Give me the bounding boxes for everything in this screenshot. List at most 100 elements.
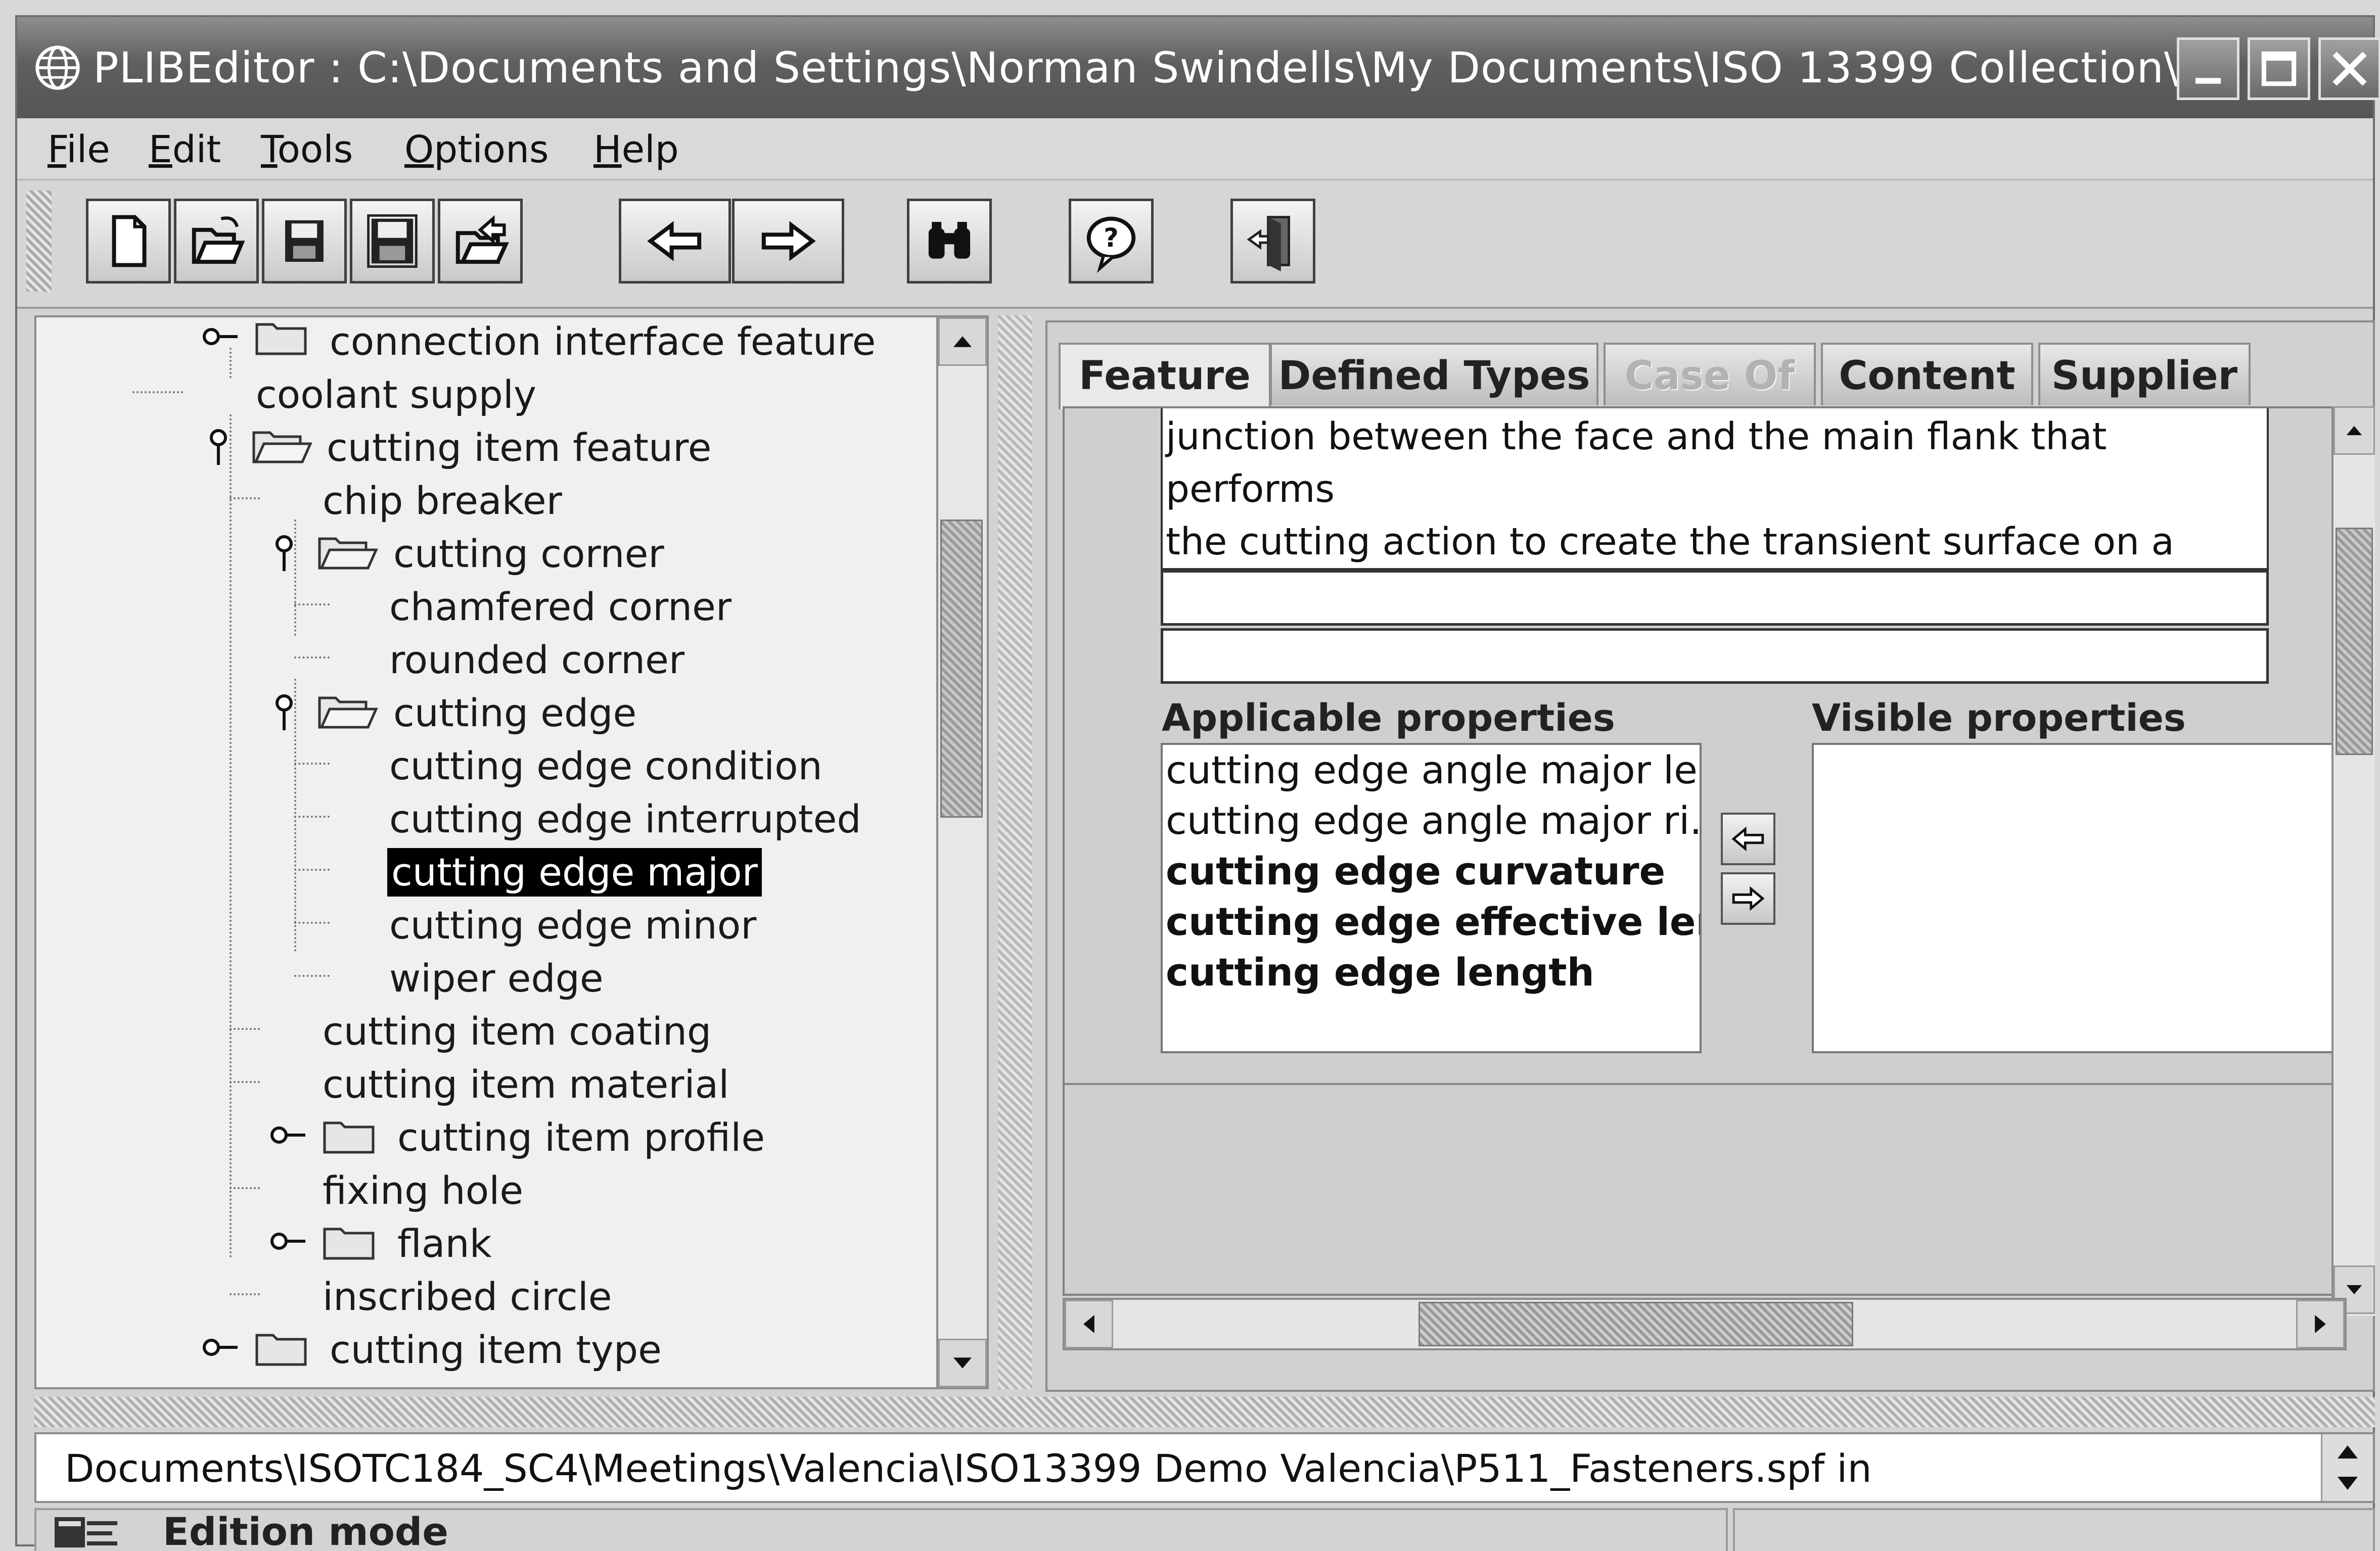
feature-tab-content: junction between the face and the main f…	[1063, 406, 2347, 1296]
property-item[interactable]: cutting edge angle major le...	[1166, 745, 1700, 795]
tree-vertical-scrollbar[interactable]	[936, 315, 989, 1389]
definition-textarea[interactable]: junction between the face and the main f…	[1161, 408, 2269, 616]
save-button[interactable]	[262, 199, 347, 284]
property-item[interactable]: cutting edge length	[1166, 947, 1594, 998]
maximize-button[interactable]	[2248, 37, 2310, 100]
menu-tools[interactable]: Tools	[261, 128, 353, 171]
menu-file[interactable]: File	[48, 128, 110, 171]
tree-item-wiper-edge[interactable]: wiper edge	[389, 954, 604, 1003]
forward-button[interactable]	[732, 199, 844, 284]
collapsed-key-icon[interactable]	[268, 1120, 308, 1150]
tree-item-cutting-item-profile[interactable]: cutting item profile	[397, 1113, 765, 1162]
expanded-key-icon[interactable]	[203, 427, 234, 467]
note-field[interactable]	[1161, 570, 2269, 626]
tree-item-cutting-edge[interactable]: cutting edge	[393, 689, 636, 737]
title-bar[interactable]: PLIBEditor : C:\Documents and Settings\N…	[17, 17, 2380, 118]
menu-help[interactable]: Help	[593, 128, 679, 171]
property-item[interactable]: cutting edge effective length	[1166, 897, 1700, 947]
file-path-text: Documents\ISOTC184_SC4\Meetings\Valencia…	[65, 1446, 1872, 1491]
export-icon	[455, 215, 509, 264]
scroll-up-button[interactable]	[2333, 406, 2375, 455]
tree-connector	[294, 922, 330, 924]
up-arrow-icon	[2338, 1445, 2358, 1459]
find-button[interactable]	[907, 199, 992, 284]
globe-icon	[35, 45, 80, 90]
tree-connector	[230, 414, 232, 1258]
down-arrow-icon	[953, 1357, 972, 1369]
content-divider	[1065, 1083, 2345, 1085]
collapsed-key-icon[interactable]	[200, 321, 241, 352]
folder-icon	[255, 323, 307, 355]
scroll-up-button[interactable]	[938, 317, 987, 366]
class-tree[interactable]: connection interface feature coolant sup…	[34, 315, 944, 1389]
menu-edit[interactable]: Edit	[149, 128, 221, 171]
tree-item-chip-breaker[interactable]: chip breaker	[323, 477, 562, 525]
export-button[interactable]	[438, 199, 523, 284]
move-left-button[interactable]	[1721, 813, 1775, 865]
tree-item-rounded-corner[interactable]: rounded corner	[389, 636, 684, 684]
toolbar-grip[interactable]	[26, 191, 52, 292]
help-button[interactable]: ?	[1069, 199, 1154, 284]
open-folder-icon	[318, 537, 378, 570]
tab-feature[interactable]: Feature	[1059, 343, 1271, 409]
app-background: PLIBEditor : C:\Documents and Settings\N…	[0, 0, 2380, 1551]
tree-item-coolant-supply[interactable]: coolant supply	[256, 370, 536, 419]
details-vertical-scrollbar[interactable]	[2331, 406, 2375, 1316]
scroll-right-button[interactable]	[2296, 1300, 2345, 1348]
close-button[interactable]	[2318, 37, 2380, 100]
tree-item-cutting-edge-condition[interactable]: cutting edge condition	[389, 742, 822, 790]
vertical-splitter[interactable]	[998, 315, 1032, 1389]
expanded-key-icon[interactable]	[269, 692, 299, 732]
tab-defined-types[interactable]: Defined Types	[1270, 343, 1598, 405]
folder-icon	[323, 1121, 375, 1154]
open-folder-icon	[318, 696, 378, 729]
tree-item-cutting-item-material[interactable]: cutting item material	[323, 1060, 729, 1109]
collapsed-key-icon[interactable]	[268, 1226, 308, 1256]
tree-item-cutting-edge-major[interactable]: cutting edge major	[387, 848, 762, 897]
scroll-left-button[interactable]	[1065, 1300, 1113, 1348]
remark-field[interactable]	[1161, 628, 2269, 684]
horizontal-splitter[interactable]	[34, 1397, 2375, 1427]
tree-item-cutting-item-type[interactable]: cutting item type	[330, 1326, 662, 1374]
property-item[interactable]: cutting edge angle major ri...	[1166, 795, 1700, 846]
tree-item-flank[interactable]: flank	[397, 1219, 492, 1268]
tree-item-inscribed-circle[interactable]: inscribed circle	[323, 1273, 612, 1321]
scroll-down-button[interactable]	[938, 1339, 987, 1387]
tree-connector	[230, 1081, 260, 1083]
scroll-thumb[interactable]	[940, 520, 983, 818]
tree-item-cutting-edge-minor[interactable]: cutting edge minor	[389, 901, 756, 950]
tree-connector	[294, 816, 330, 818]
log-scrollbar[interactable]	[2321, 1434, 2373, 1501]
menu-options[interactable]: Options	[404, 128, 549, 171]
tree-item-fixing-hole[interactable]: fixing hole	[323, 1166, 523, 1215]
tree-item-cutting-edge-interrupted[interactable]: cutting edge interrupted	[389, 795, 861, 843]
expanded-key-icon[interactable]	[269, 533, 299, 573]
move-right-button[interactable]	[1721, 872, 1775, 925]
tree-item-chamfered-corner[interactable]: chamfered corner	[389, 583, 731, 631]
open-button[interactable]	[174, 199, 259, 284]
tree-item-cutting-item-feature[interactable]: cutting item feature	[327, 424, 711, 472]
open-folder-icon	[252, 431, 312, 463]
tree-item-cutting-item-coating[interactable]: cutting item coating	[323, 1007, 711, 1056]
collapsed-key-icon[interactable]	[200, 1332, 241, 1362]
scroll-thumb[interactable]	[2336, 528, 2373, 755]
applicable-properties-list[interactable]: cutting edge angle major le... cutting e…	[1161, 743, 1702, 1053]
visible-properties-list[interactable]	[1812, 743, 2345, 1053]
tree-item-connection-interface-feature[interactable]: connection interface feature	[330, 317, 876, 366]
applicable-properties-label: Applicable properties	[1162, 696, 1615, 740]
toolbar: ?	[17, 180, 2373, 309]
right-arrow-icon	[2315, 1315, 2326, 1333]
tab-content[interactable]: Content	[1821, 343, 2033, 405]
scroll-thumb[interactable]	[1418, 1302, 1853, 1346]
new-button[interactable]	[86, 199, 171, 284]
minimize-button[interactable]	[2177, 37, 2239, 100]
save-as-button[interactable]	[350, 199, 435, 284]
details-horizontal-scrollbar[interactable]	[1063, 1298, 2347, 1350]
up-arrow-icon	[953, 336, 972, 347]
log-area[interactable]: Documents\ISOTC184_SC4\Meetings\Valencia…	[34, 1432, 2375, 1503]
back-button[interactable]	[619, 199, 731, 284]
exit-button[interactable]	[1230, 199, 1315, 284]
tree-item-cutting-corner[interactable]: cutting corner	[393, 530, 664, 578]
tab-supplier[interactable]: Supplier	[2038, 343, 2251, 405]
property-item[interactable]: cutting edge curvature	[1166, 846, 1665, 897]
